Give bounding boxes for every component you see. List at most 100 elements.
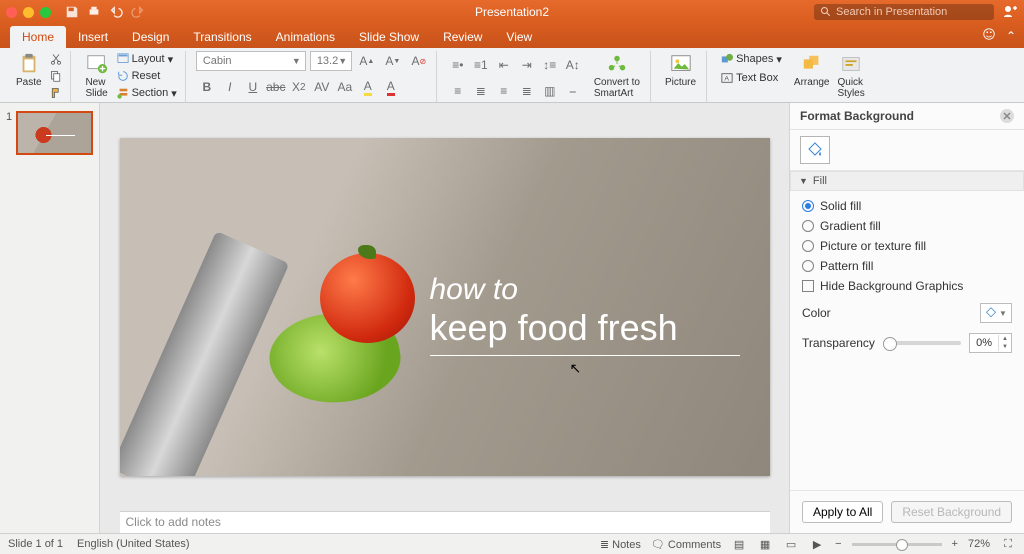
sorter-view-icon[interactable]: ▦ bbox=[757, 537, 773, 551]
slideshow-view-icon[interactable]: ▶ bbox=[809, 537, 825, 551]
search-box[interactable] bbox=[814, 4, 994, 20]
line-spacing-button[interactable]: ↕≡ bbox=[539, 55, 561, 75]
close-pane-button[interactable]: ✕ bbox=[1000, 109, 1014, 123]
align-right-button[interactable]: ≡ bbox=[493, 81, 515, 101]
comments-toggle[interactable]: 🗨 Comments bbox=[651, 538, 721, 551]
paste-button[interactable]: Paste bbox=[12, 51, 46, 90]
slide-count[interactable]: Slide 1 of 1 bbox=[8, 538, 63, 550]
align-center-button[interactable]: ≣ bbox=[470, 81, 492, 101]
zoom-slider[interactable] bbox=[852, 543, 942, 546]
superscript-button[interactable]: X2 bbox=[288, 77, 310, 97]
smiley-icon[interactable] bbox=[982, 27, 996, 44]
text-direction-button[interactable]: A↕ bbox=[562, 55, 584, 75]
slide-title-text[interactable]: how to keep food fresh bbox=[430, 273, 740, 356]
zoom-in-button[interactable]: + bbox=[952, 538, 958, 550]
tab-transitions[interactable]: Transitions bbox=[181, 26, 263, 48]
format-painter-button[interactable] bbox=[48, 85, 64, 101]
quick-styles-button[interactable]: Quick Styles bbox=[834, 51, 869, 101]
textbox-button[interactable]: AText Box bbox=[719, 70, 784, 86]
hide-bg-checkbox[interactable]: Hide Background Graphics bbox=[802, 279, 1012, 293]
shapes-button[interactable]: Shapes ▾ bbox=[719, 51, 784, 67]
thumbnail-pane: 1 bbox=[0, 103, 100, 533]
zoom-level[interactable]: 72% bbox=[968, 538, 990, 550]
increase-font-button[interactable]: A▲ bbox=[356, 51, 378, 71]
tab-insert[interactable]: Insert bbox=[66, 26, 120, 48]
copy-button[interactable] bbox=[48, 68, 64, 84]
notes-toggle[interactable]: ≣ Notes bbox=[600, 538, 641, 551]
pattern-fill-radio[interactable]: Pattern fill bbox=[802, 259, 1012, 273]
zoom-out-button[interactable]: − bbox=[835, 538, 841, 550]
normal-view-icon[interactable]: ▤ bbox=[731, 537, 747, 551]
reading-view-icon[interactable]: ▭ bbox=[783, 537, 799, 551]
status-bar: Slide 1 of 1 English (United States) ≣ N… bbox=[0, 533, 1024, 554]
underline-button[interactable]: U bbox=[242, 77, 264, 97]
share-icon[interactable] bbox=[1002, 3, 1018, 22]
font-color-button[interactable]: A bbox=[380, 77, 402, 97]
reset-button[interactable]: Reset bbox=[115, 68, 179, 84]
layout-button[interactable]: Layout ▾ bbox=[115, 51, 179, 67]
slide-canvas[interactable]: how to keep food fresh ↖ bbox=[120, 138, 770, 476]
tab-view[interactable]: View bbox=[494, 26, 544, 48]
tab-review[interactable]: Review bbox=[431, 26, 494, 48]
italic-button[interactable]: I bbox=[219, 77, 241, 97]
thumb-number: 1 bbox=[6, 111, 12, 155]
redo-icon[interactable] bbox=[131, 5, 145, 19]
new-slide-button[interactable]: New Slide bbox=[81, 51, 113, 101]
window-maximize[interactable] bbox=[40, 7, 51, 18]
font-size-combo[interactable]: 13.2▼ bbox=[310, 51, 352, 71]
apply-all-button[interactable]: Apply to All bbox=[802, 501, 883, 523]
section-button[interactable]: Section ▾ bbox=[115, 85, 179, 101]
notes-field[interactable]: Click to add notes bbox=[120, 511, 770, 533]
svg-text:A: A bbox=[725, 76, 730, 83]
collapse-ribbon-icon[interactable]: ⌃ bbox=[1006, 29, 1016, 43]
indent-left-button[interactable]: ⇤ bbox=[493, 55, 515, 75]
transparency-spinner[interactable]: 0%▲▼ bbox=[969, 333, 1012, 353]
tab-slideshow[interactable]: Slide Show bbox=[347, 26, 431, 48]
gradient-fill-radio[interactable]: Gradient fill bbox=[802, 219, 1012, 233]
arrange-button[interactable]: Arrange bbox=[790, 51, 834, 90]
fill-section-header[interactable]: ▼Fill bbox=[790, 171, 1024, 191]
bold-button[interactable]: B bbox=[196, 77, 218, 97]
ribbon: Paste New Slide Layout ▾ Reset Section ▾… bbox=[0, 48, 1024, 103]
slide-thumbnail-1[interactable] bbox=[16, 111, 93, 155]
picture-button[interactable]: Picture bbox=[661, 51, 700, 90]
transparency-slider[interactable] bbox=[883, 341, 961, 345]
decrease-font-button[interactable]: A▼ bbox=[382, 51, 404, 71]
convert-smartart-button[interactable]: Convert to SmartArt bbox=[590, 51, 644, 101]
clear-format-button[interactable]: A⊘ bbox=[408, 51, 430, 71]
cut-button[interactable] bbox=[48, 51, 64, 67]
picture-fill-radio[interactable]: Picture or texture fill bbox=[802, 239, 1012, 253]
undo-icon[interactable] bbox=[109, 5, 123, 19]
search-input[interactable] bbox=[836, 6, 986, 18]
tab-design[interactable]: Design bbox=[120, 26, 181, 48]
fit-window-icon[interactable]: ⛶ bbox=[1000, 537, 1016, 551]
color-picker-button[interactable]: ▼ bbox=[980, 303, 1012, 323]
strike-button[interactable]: abc bbox=[265, 77, 287, 97]
numbering-button[interactable]: ≡1 bbox=[470, 55, 492, 75]
highlight-button[interactable]: A bbox=[357, 77, 379, 97]
window-close[interactable] bbox=[6, 7, 17, 18]
fork-graphic bbox=[120, 231, 289, 476]
indent-right-button[interactable]: ⇥ bbox=[516, 55, 538, 75]
char-spacing-button[interactable]: AV bbox=[311, 77, 333, 97]
font-name-combo[interactable]: Cabin▼ bbox=[196, 51, 306, 71]
justify-button[interactable]: ≣ bbox=[516, 81, 538, 101]
tab-home[interactable]: Home bbox=[10, 26, 66, 48]
language-status[interactable]: English (United States) bbox=[77, 538, 190, 550]
transparency-label: Transparency bbox=[802, 336, 875, 350]
cursor-icon: ↖ bbox=[570, 360, 582, 377]
columns-button[interactable]: ▥ bbox=[539, 81, 561, 101]
bullets-button[interactable]: ≡• bbox=[447, 55, 469, 75]
save-icon[interactable] bbox=[65, 5, 79, 19]
change-case-button[interactable]: Aa bbox=[334, 77, 356, 97]
align-text-button[interactable]: ⎯ bbox=[562, 81, 584, 101]
fill-tab-icon[interactable] bbox=[800, 136, 830, 164]
format-pane-title: Format Background bbox=[800, 109, 914, 123]
format-background-pane: Format Background ✕ ▼Fill Solid fill Gra… bbox=[789, 103, 1024, 533]
window-minimize[interactable] bbox=[23, 7, 34, 18]
print-icon[interactable] bbox=[87, 5, 101, 19]
solid-fill-radio[interactable]: Solid fill bbox=[802, 199, 1012, 213]
reset-background-button[interactable]: Reset Background bbox=[891, 501, 1012, 523]
align-left-button[interactable]: ≡ bbox=[447, 81, 469, 101]
tab-animations[interactable]: Animations bbox=[264, 26, 347, 48]
